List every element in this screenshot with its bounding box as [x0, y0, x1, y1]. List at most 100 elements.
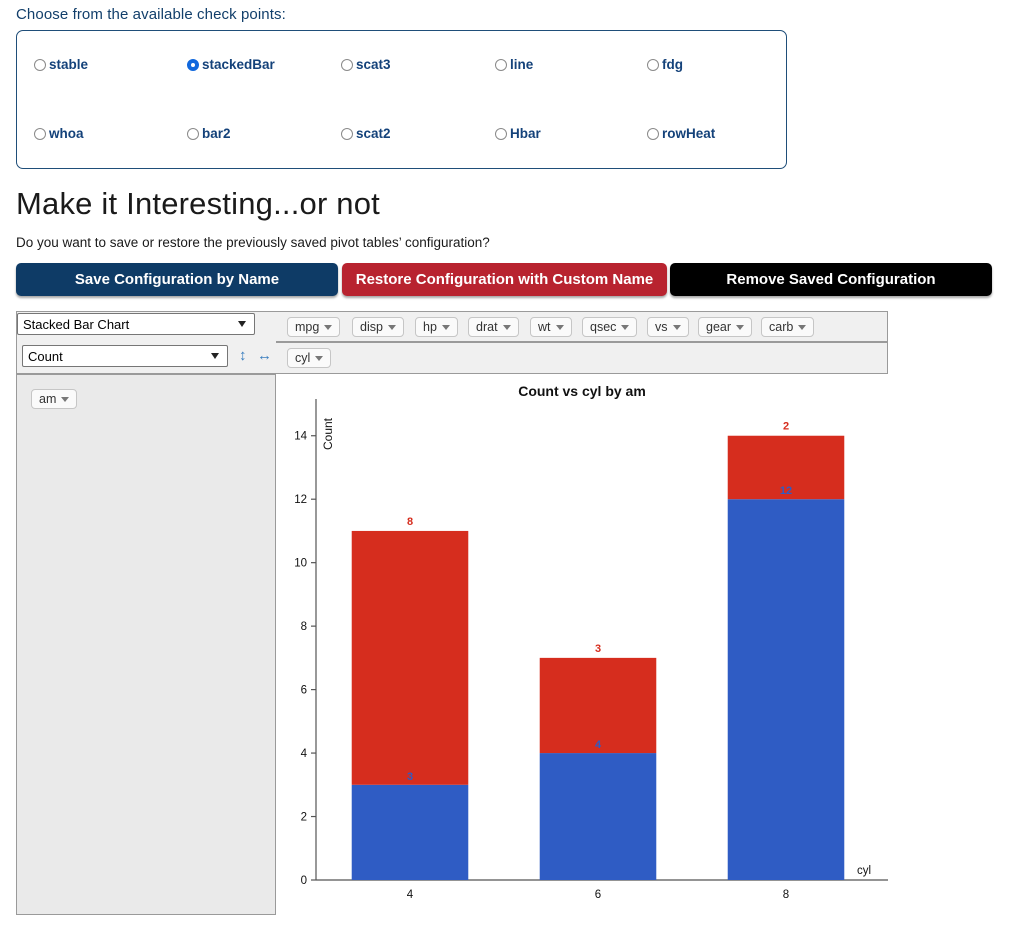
restore-configuration-button[interactable]: Restore Configuration with Custom Name [342, 263, 667, 296]
radio-icon[interactable] [647, 127, 659, 140]
chevron-down-icon [672, 324, 681, 330]
chevron-down-icon [324, 324, 333, 330]
save-configuration-button[interactable]: Save Configuration by Name [16, 263, 338, 296]
checkpoint-stable[interactable]: stable [34, 57, 88, 72]
svg-text:3: 3 [407, 771, 413, 783]
svg-text:10: 10 [294, 558, 307, 570]
column-fields-bar: cyl [276, 342, 888, 374]
svg-text:0: 0 [301, 875, 307, 887]
field-gear[interactable]: gear [698, 317, 753, 337]
radio-icon[interactable] [341, 58, 353, 71]
chevron-down-icon [61, 396, 70, 402]
pill-label: hp [423, 320, 437, 334]
svg-text:8: 8 [301, 621, 307, 633]
pill-label: qsec [590, 320, 617, 334]
page-title: Make it Interesting...or not [16, 186, 380, 221]
pill-label: disp [360, 320, 383, 334]
chevron-down-icon [736, 324, 745, 330]
svg-text:8: 8 [407, 516, 413, 528]
svg-text:6: 6 [595, 889, 601, 901]
svg-text:12: 12 [780, 485, 792, 497]
radio-icon[interactable] [495, 58, 507, 71]
checkpoint-label: fdg [662, 57, 683, 72]
svg-text:2: 2 [301, 812, 307, 824]
checkpoint-hbar[interactable]: Hbar [495, 126, 541, 141]
pill-label: vs [655, 320, 668, 334]
checkpoint-label: stable [49, 57, 89, 72]
svg-text:2: 2 [783, 421, 789, 433]
svg-text:cyl: cyl [857, 865, 871, 877]
renderer-select[interactable]: Stacked Bar Chart [17, 313, 255, 335]
svg-text:4: 4 [301, 748, 308, 760]
checkpoints-group: stable stackedBar scat3 line fdg whoa ba… [16, 30, 787, 169]
pill-label: mpg [295, 320, 320, 334]
checkpoints-row-1: stable stackedBar scat3 line fdg [17, 57, 786, 87]
pill-label: carb [769, 320, 794, 334]
stacked-bar-chart: 0 2 4 6 8 10 12 14 Count cyl 3 8 4 4 3 6 12 2 8 [294, 399, 888, 901]
svg-text:3: 3 [595, 643, 601, 655]
chevron-down-icon [798, 324, 807, 330]
pill-label: wt [538, 320, 551, 334]
checkpoint-label: line [510, 57, 534, 72]
chevron-down-icon [441, 324, 450, 330]
chevron-down-icon [502, 324, 511, 330]
checkpoint-label: scat3 [356, 57, 391, 72]
svg-text:12: 12 [294, 494, 307, 506]
checkpoint-line[interactable]: line [495, 57, 533, 72]
remove-configuration-button[interactable]: Remove Saved Configuration [670, 263, 992, 296]
sort-vertical-icon[interactable]: ↕ [239, 348, 247, 363]
svg-text:Count: Count [321, 417, 335, 450]
checkpoints-row-2: whoa bar2 scat2 Hbar rowHeat [17, 126, 786, 156]
checkpoint-label: whoa [49, 126, 84, 141]
checkpoint-label: stackedBar [202, 57, 275, 72]
radio-icon[interactable] [34, 58, 46, 71]
radio-icon[interactable] [187, 58, 199, 71]
row-field-am[interactable]: am [31, 389, 78, 409]
page-subtitle: Do you want to save or restore the previ… [16, 235, 490, 250]
field-carb[interactable]: carb [761, 317, 815, 337]
checkpoint-stackedbar[interactable]: stackedBar [187, 57, 275, 72]
radio-icon[interactable] [495, 127, 507, 140]
chevron-down-icon [555, 324, 564, 330]
field-qsec[interactable]: qsec [582, 317, 638, 337]
unused-fields-bar: mpg disp hp drat wt qsec vs gear carb [276, 311, 888, 342]
svg-text:14: 14 [294, 431, 307, 443]
field-hp[interactable]: hp [415, 317, 458, 337]
checkpoint-bar2[interactable]: bar2 [187, 126, 231, 141]
checkpoint-label: scat2 [356, 126, 391, 141]
svg-text:4: 4 [595, 739, 602, 751]
svg-text:8: 8 [783, 889, 789, 901]
pill-label: drat [476, 320, 498, 334]
chart-area: Count vs cyl by am 0 2 4 6 8 10 12 14 Count cyl 3 8… [276, 374, 1009, 929]
field-drat[interactable]: drat [468, 317, 519, 337]
sort-horizontal-icon[interactable]: ↔ [257, 348, 272, 363]
field-mpg[interactable]: mpg [287, 317, 341, 337]
chevron-down-icon [387, 324, 396, 330]
svg-text:4: 4 [407, 889, 414, 901]
checkpoint-scat3[interactable]: scat3 [341, 57, 391, 72]
checkpoint-whoa[interactable]: whoa [34, 126, 84, 141]
field-wt[interactable]: wt [530, 317, 572, 337]
column-field-cyl[interactable]: cyl [287, 348, 332, 368]
checkpoint-label: bar2 [202, 126, 231, 141]
aggregator-select[interactable]: Count [22, 345, 228, 367]
pill-label: cyl [295, 351, 311, 365]
svg-text:6: 6 [301, 685, 307, 697]
row-fields-panel[interactable]: am [16, 374, 276, 915]
chevron-down-icon [315, 355, 324, 361]
checkpoint-fdg[interactable]: fdg [647, 57, 683, 72]
pill-label: gear [706, 320, 732, 334]
radio-icon[interactable] [34, 127, 46, 140]
chevron-down-icon [621, 324, 630, 330]
checkpoints-legend: Choose from the available check points: [16, 6, 286, 23]
checkpoint-label: rowHeat [662, 126, 716, 141]
radio-icon[interactable] [341, 127, 353, 140]
radio-icon[interactable] [187, 127, 199, 140]
checkpoint-label: Hbar [510, 126, 541, 141]
checkpoint-scat2[interactable]: scat2 [341, 126, 391, 141]
pill-label: am [39, 392, 57, 406]
radio-icon[interactable] [647, 58, 659, 71]
checkpoint-rowheat[interactable]: rowHeat [647, 126, 715, 141]
field-vs[interactable]: vs [647, 317, 689, 337]
field-disp[interactable]: disp [352, 317, 404, 337]
